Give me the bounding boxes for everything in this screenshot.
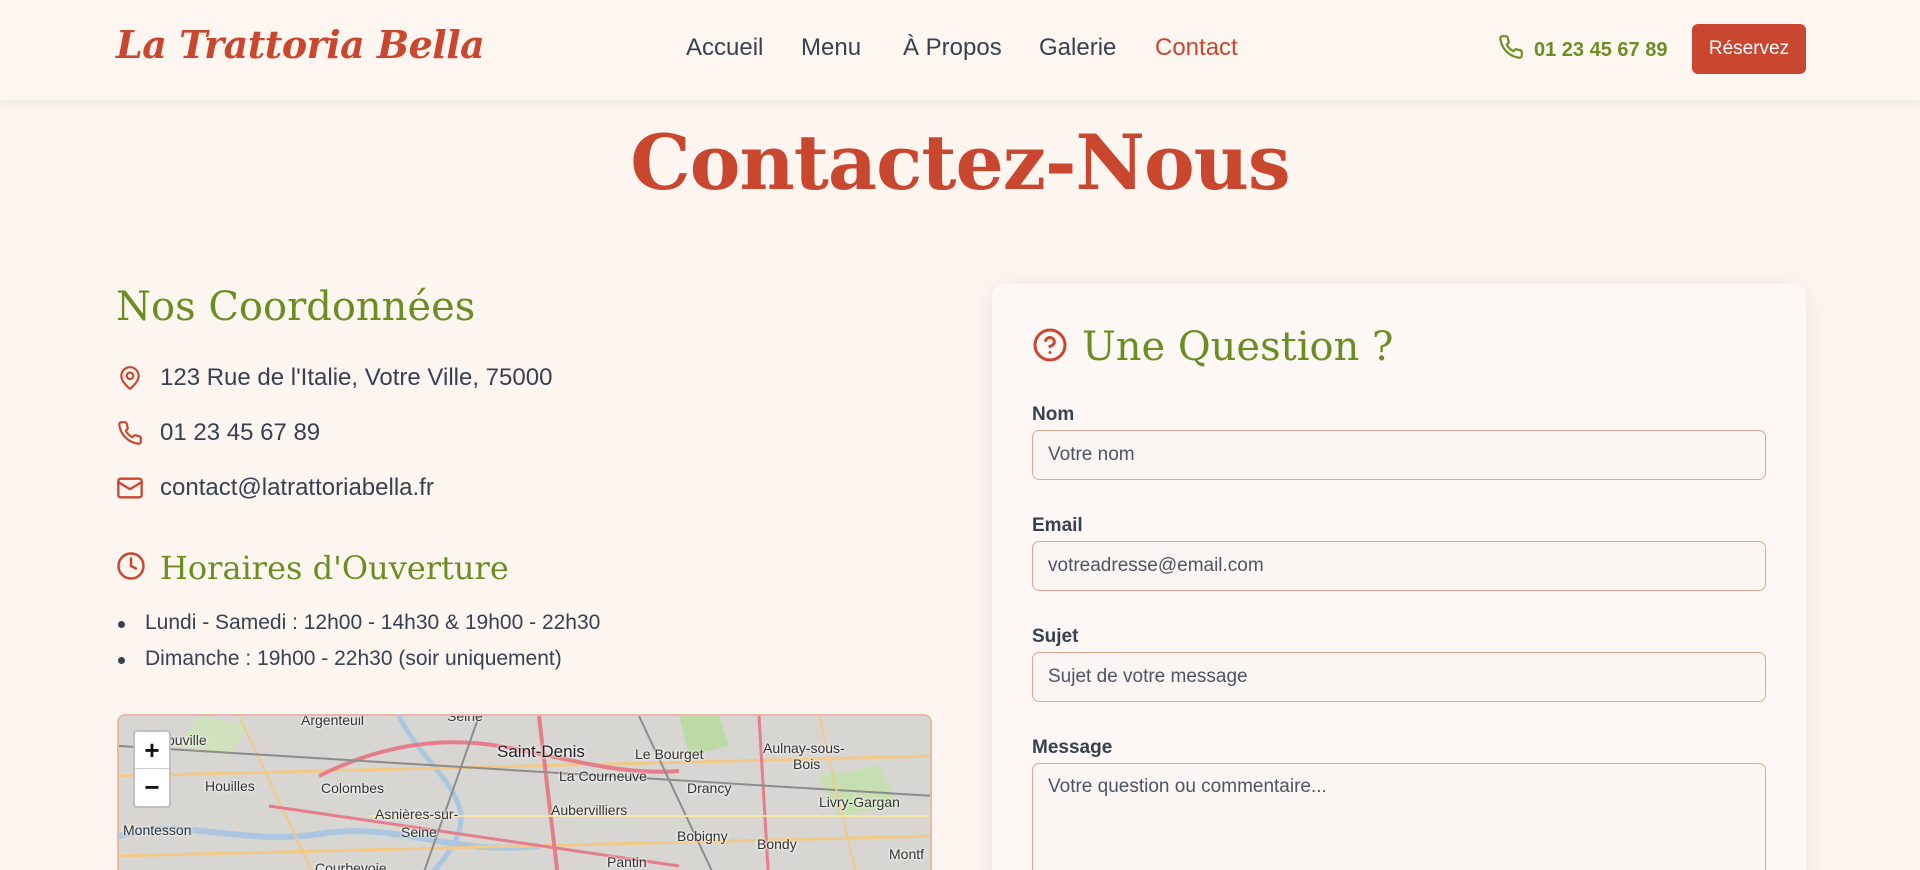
email-field[interactable] <box>1032 541 1766 591</box>
map-place-label: Saint-Denis <box>497 742 585 761</box>
map-place-label: Bois <box>793 756 821 772</box>
map-place-label: Courbevoie <box>315 860 387 870</box>
nav-item-galerie[interactable]: Galerie <box>1039 34 1116 62</box>
subject-field[interactable] <box>1032 652 1766 702</box>
map-pin-icon <box>116 364 144 392</box>
clock-icon <box>116 551 146 586</box>
phone-icon <box>1498 34 1524 66</box>
hours-item-sunday: Dimanche : 19h00 - 22h30 (soir uniquemen… <box>116 642 600 678</box>
site-logo[interactable]: La Trattoria Bella <box>116 22 485 67</box>
map-place-label: Aulnay-sous- <box>763 740 845 756</box>
coordinates-title: Nos Coordonnées <box>116 284 476 330</box>
form-title: Une Question ? <box>1082 324 1394 370</box>
name-label: Nom <box>1032 404 1075 425</box>
map-zoom-control: + − <box>133 730 171 808</box>
nav-item-accueil[interactable]: Accueil <box>686 34 763 62</box>
map-place-label: Houilles <box>205 778 255 794</box>
map-place-label: Pantin <box>607 854 647 870</box>
map-place-label: Bobigny <box>677 828 728 844</box>
email-row[interactable]: contact@latrattoriabella.fr <box>116 472 434 504</box>
hours-list: Lundi - Samedi : 12h00 - 14h30 & 19h00 -… <box>116 606 600 678</box>
nav-item-contact[interactable]: Contact <box>1155 34 1238 62</box>
location-map[interactable]: Argenteuil Seine Saint-Denis Le Bourget … <box>117 714 932 870</box>
hours-item-weekdays: Lundi - Samedi : 12h00 - 14h30 & 19h00 -… <box>116 606 600 642</box>
address-text: 123 Rue de l'Italie, Votre Ville, 75000 <box>160 364 553 391</box>
site-header: La Trattoria Bella Accueil Menu À Propos… <box>0 0 1920 100</box>
email-label: Email <box>1032 515 1083 536</box>
map-place-label: Bondy <box>757 836 797 852</box>
map-place-label: Montesson <box>123 822 192 838</box>
map-place-label: ouville <box>167 732 207 748</box>
subject-label: Sujet <box>1032 626 1079 647</box>
map-place-label: Drancy <box>687 780 732 796</box>
zoom-in-button[interactable]: + <box>135 732 169 769</box>
address-row: 123 Rue de l'Italie, Votre Ville, 75000 <box>116 362 552 394</box>
map-place-label: Seine <box>401 824 437 840</box>
hours-heading: Horaires d'Ouverture <box>116 548 509 588</box>
question-circle-icon <box>1032 327 1068 368</box>
message-label: Message <box>1032 737 1113 758</box>
name-field[interactable] <box>1032 430 1766 480</box>
map-place-label: Montf <box>889 846 925 862</box>
map-place-label: Argenteuil <box>301 714 365 728</box>
form-heading: Une Question ? <box>1032 324 1393 370</box>
map-place-label: La Courneuve <box>559 768 647 784</box>
phone-row[interactable]: 01 23 45 67 89 <box>116 417 320 449</box>
phone-icon <box>116 419 144 447</box>
map-place-label: Le Bourget <box>635 746 704 762</box>
nav-item-menu[interactable]: Menu <box>801 34 861 62</box>
map-place-label: Aubervilliers <box>551 802 628 818</box>
page-title: Contactez-Nous <box>630 118 1290 207</box>
mail-icon <box>116 474 144 502</box>
email-text: contact@latrattoriabella.fr <box>160 474 434 501</box>
map-place-label: Livry-Gargan <box>819 794 900 810</box>
hours-title: Horaires d'Ouverture <box>160 549 509 587</box>
map-place-label: Asnières-sur- <box>375 806 459 822</box>
header-phone-number: 01 23 45 67 89 <box>1534 38 1668 61</box>
message-field[interactable] <box>1032 763 1766 870</box>
map-place-label: Seine <box>447 714 483 724</box>
header-phone-link[interactable]: 01 23 45 67 89 <box>1498 34 1667 66</box>
contact-form-card: Une Question ? Nom Email Sujet Message <box>992 284 1806 870</box>
reserve-button[interactable]: Réservez <box>1692 24 1806 74</box>
phone-text: 01 23 45 67 89 <box>160 419 321 446</box>
map-place-label: Colombes <box>321 780 385 796</box>
nav-item-a-propos[interactable]: À Propos <box>903 34 1002 62</box>
zoom-out-button[interactable]: − <box>135 769 169 806</box>
